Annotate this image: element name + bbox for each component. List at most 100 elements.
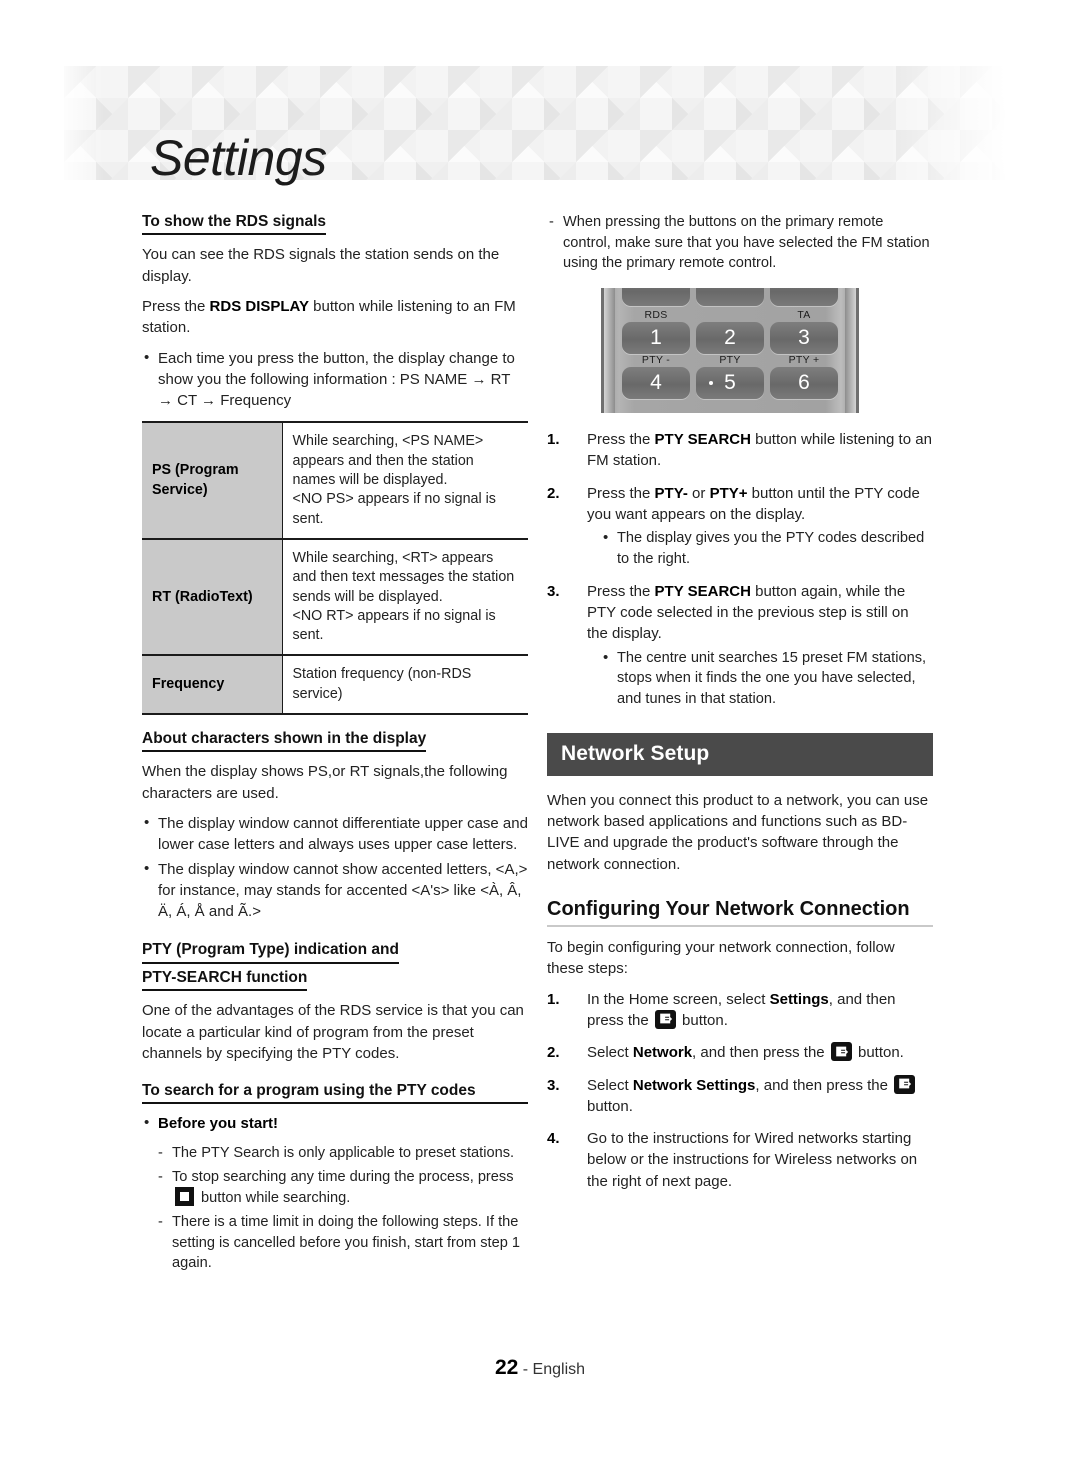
bullet-item: Before you start! (142, 1112, 528, 1134)
table-row: Frequency Station frequency (non-RDS ser… (142, 655, 528, 716)
remote-key-row-123: 1 2 3 (622, 322, 838, 355)
section-banner-network-setup: Network Setup (547, 732, 933, 776)
heading-to-show-rds-signals: To show the RDS signals (142, 212, 327, 236)
bullet-item: The display gives you the PTY codes desc… (601, 527, 933, 569)
step-sub-bullets: The centre unit searches 15 preset FM st… (587, 647, 933, 710)
pty-search-steps: 1. Press the PTY SEARCH button while list… (547, 429, 933, 710)
bullet-item: The display window cannot differentiate … (142, 812, 528, 856)
left-column: To show the RDS signals You can see the … (142, 212, 528, 1280)
dash-item: The PTY Search is only applicable to pre… (156, 1143, 528, 1164)
step-text-mid: , and then press the (755, 1076, 893, 1094)
remote-control-figure: RDS DISPLAY TA 1 2 3 PTY - PTY SEARCH PT… (601, 288, 859, 414)
table-cell-value: While searching, <RT> appears and then t… (282, 538, 528, 657)
dash-list-primary-remote-note: When pressing the buttons on the primary… (547, 212, 933, 274)
step-text-before: Press the (587, 431, 655, 449)
paragraph-configuring-intro: To begin configuring your network connec… (547, 939, 895, 978)
step-number: 2. (547, 484, 560, 502)
step-item: 3. Select Network Settings, and then pres… (547, 1074, 933, 1118)
heading-configuring-network-connection: Configuring Your Network Connection (547, 897, 933, 928)
heading-about-characters: About characters shown in the display (142, 729, 427, 753)
step-text-before: Press the (587, 484, 655, 502)
step-text-mid: or (687, 484, 710, 502)
text-stop-after: button while searching. (197, 1190, 351, 1207)
footer-page-number: 22 (494, 1356, 519, 1379)
bullet-item: The display window cannot show accented … (142, 858, 528, 923)
step-bold-pty-search: PTY SEARCH (654, 582, 751, 600)
enter-button-icon (894, 1074, 916, 1094)
right-column: When pressing the buttons on the primary… (547, 212, 933, 1203)
remote-key-row-456: 4 5 6 (622, 367, 838, 400)
text-stop-before: To stop searching any time during the pr… (172, 1168, 514, 1185)
enter-button-icon (830, 1042, 852, 1062)
bullet-item: Each time you press the button, the disp… (142, 347, 528, 412)
remote-key-4: 4 (622, 367, 690, 400)
dash-item: There is a time limit in doing the follo… (156, 1212, 528, 1274)
paragraph-rds-intro: You can see the RDS signals the station … (142, 246, 500, 285)
step-item: 1. Press the PTY SEARCH button while list… (547, 429, 933, 472)
step-item: 2. Press the PTY- or PTY+ button until th… (547, 483, 933, 570)
step-text-after: button. (587, 1097, 633, 1115)
step-item: 2. Select Network, and then press the but… (547, 1042, 933, 1063)
table-cell-key: PS (Program Service) (142, 421, 283, 540)
table-cell-key: RT (RadioText) (142, 538, 283, 657)
remote-key-2: 2 (696, 322, 764, 355)
dash-list-pty-notes: The PTY Search is only applicable to pre… (142, 1143, 528, 1274)
step-text-after: button. (677, 1011, 728, 1029)
remote-key-5-dot (709, 381, 713, 386)
remote-key-5: 5 (696, 367, 764, 400)
step-number: 2. (547, 1044, 560, 1062)
remote-key-5-label: 5 (724, 371, 736, 395)
step-bold-settings: Settings (769, 990, 829, 1008)
table-cell-value: Station frequency (non-RDS service) (282, 655, 528, 716)
step-bold-network-settings: Network Settings (632, 1076, 756, 1094)
remote-key-6: 6 (770, 367, 838, 400)
step-item: 3. Press the PTY SEARCH button again, whi… (547, 581, 933, 710)
remote-edge-right (845, 288, 856, 414)
table-row: PS (Program Service) While searching, <P… (142, 421, 528, 540)
step-bold-pty-search: PTY SEARCH (654, 431, 751, 449)
pattern-fade-left (64, 66, 104, 180)
remote-key-partial (770, 288, 838, 307)
step-number: 1. (547, 431, 560, 449)
remote-key-partial (622, 288, 690, 307)
step-number: 3. (547, 582, 560, 600)
table-cell-key: Frequency (142, 655, 283, 716)
remote-key-1: 1 (622, 322, 690, 355)
step-number: 1. (547, 990, 560, 1008)
pattern-fade-right (887, 66, 1017, 180)
page-footer: 22 - English (0, 1356, 1080, 1380)
stop-button-icon (175, 1187, 194, 1207)
step-text-before: Go to the instructions for Wired network… (587, 1130, 918, 1190)
step-text-before: Select (587, 1044, 633, 1062)
step-text-before: Select (587, 1076, 633, 1094)
enter-button-icon (654, 1009, 676, 1029)
page-title: Settings (150, 130, 327, 186)
step-item: 1. In the Home screen, select Settings, a… (547, 989, 933, 1032)
remote-key-row-top-partial (622, 288, 838, 307)
bullet-item: The centre unit searches 15 preset FM st… (601, 647, 933, 710)
table-cell-value: While searching, <PS NAME> appears and t… (282, 421, 528, 540)
remote-key-3: 3 (770, 322, 838, 355)
paragraph-network-intro: When you connect this product to a netwo… (547, 791, 929, 873)
dash-item: When pressing the buttons on the primary… (547, 212, 933, 274)
paragraph-rds-display-press: Press the RDS DISPLAY button while liste… (142, 296, 528, 339)
dash-item: To stop searching any time during the pr… (156, 1167, 528, 1209)
paragraph-characters-intro: When the display shows PS,or RT signals,… (142, 763, 508, 802)
heading-pty-search-function: PTY-SEARCH function (142, 968, 308, 992)
heading-search-pty-codes: To search for a program using the PTY co… (142, 1081, 528, 1105)
step-item: 4. Go to the instructions for Wired netwo… (547, 1128, 933, 1192)
bullet-list-characters: The display window cannot differentiate … (142, 812, 528, 923)
step-bold-pty-minus: PTY- (654, 484, 688, 502)
bullet-list-before-you-start: Before you start! (142, 1112, 528, 1134)
heading-pty-indication-line1: PTY (Program Type) indication and (142, 940, 399, 964)
remote-keypad: RDS DISPLAY TA 1 2 3 PTY - PTY SEARCH PT… (622, 288, 838, 413)
step-number: 3. (547, 1076, 560, 1094)
text-before-rds-display: Press the (142, 297, 210, 315)
step-sub-bullets: The display gives you the PTY codes desc… (587, 527, 933, 569)
remote-edge-left (604, 288, 615, 414)
step-text-after: button. (853, 1044, 904, 1062)
text-before-you-start: Before you start! (158, 1115, 279, 1133)
step-bold-pty-plus: PTY+ (709, 484, 748, 502)
remote-key-partial (696, 288, 764, 307)
bold-rds-display: RDS DISPLAY (209, 297, 310, 315)
